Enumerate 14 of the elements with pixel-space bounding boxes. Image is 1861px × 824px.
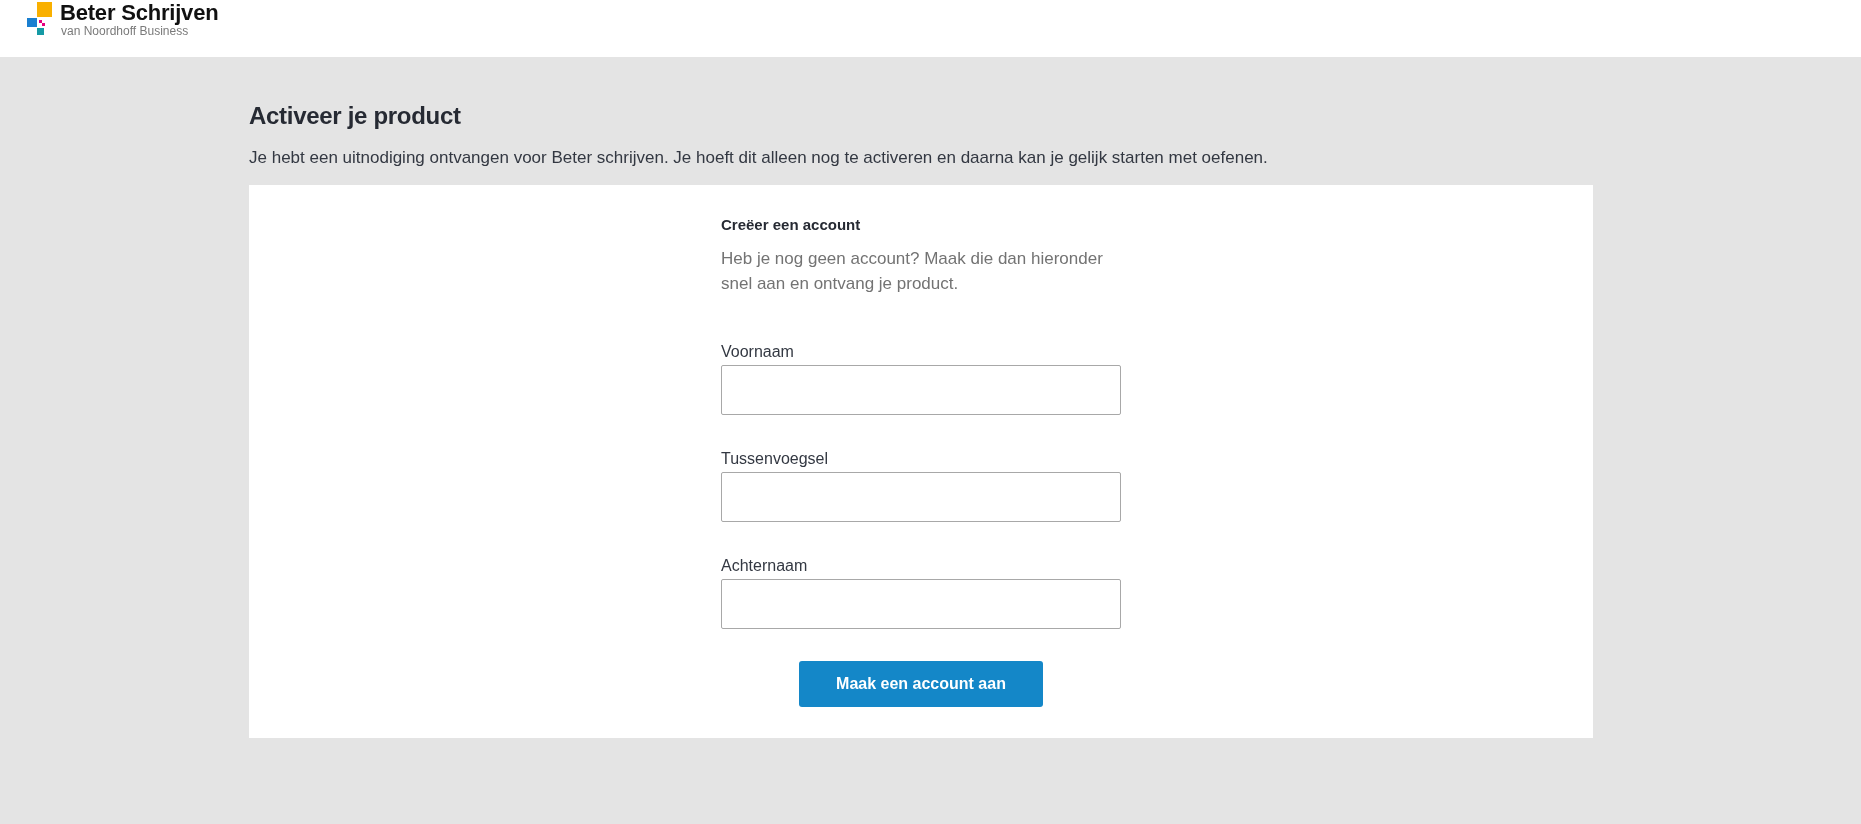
logo-title: Beter Schrijven	[60, 2, 219, 24]
create-account-button[interactable]: Maak een account aan	[799, 661, 1043, 707]
field-label: Achternaam	[721, 556, 809, 576]
input-field[interactable]	[721, 365, 1121, 415]
field-label: Tussenvoegsel	[721, 449, 830, 469]
logo-subtitle: van Noordhoff Business	[60, 24, 189, 38]
logo-icon	[27, 2, 53, 35]
form-title: Creëer een account	[721, 215, 862, 235]
input-field[interactable]	[721, 579, 1121, 629]
form-description: Heb je nog geen account? Maak die dan hieronder snel aan en ontvang je product.	[721, 248, 1104, 295]
page-title: Activeer je product	[249, 101, 462, 131]
intro-text: Je hebt een uitnodiging ontvangen voor Beter schrijven. Je hoeft dit alleen nog te activeren en daarna kan je gelijk starten met oefenen.	[249, 147, 1269, 169]
input-field[interactable]	[721, 472, 1121, 522]
field-label: Voornaam	[721, 342, 795, 362]
